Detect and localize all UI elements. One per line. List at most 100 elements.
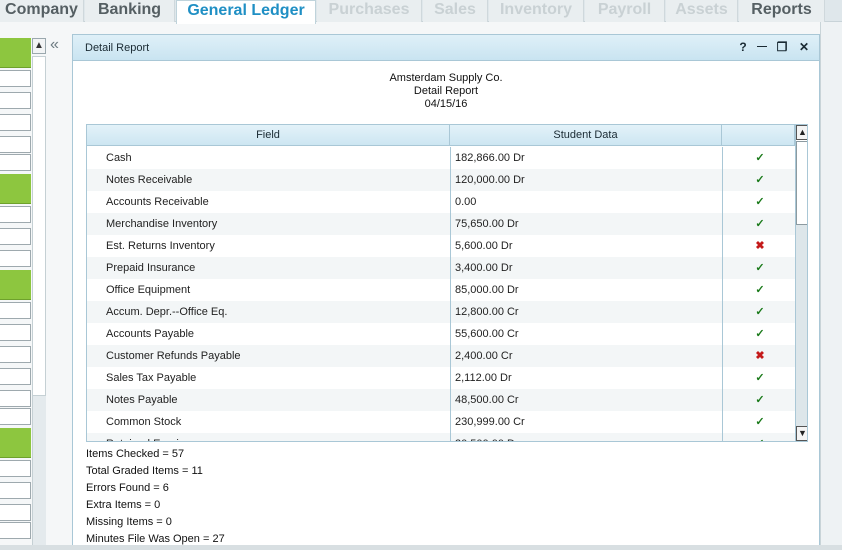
checkmark-icon: ✓ [755, 372, 765, 384]
tab-purchases[interactable]: Purchases [317, 0, 422, 22]
sidebar-scroll-up-button[interactable]: ▲ [32, 38, 46, 54]
sidebar-item[interactable] [0, 368, 31, 385]
table-row[interactable]: Customer Refunds Payable 2,400.00 Cr ✖ [87, 345, 795, 367]
sidebar-item[interactable] [0, 460, 31, 477]
scroll-thumb[interactable] [796, 141, 807, 225]
field-name-cell: Merchandise Inventory [106, 218, 218, 230]
sidebar-group-header[interactable] [0, 270, 31, 300]
table-row[interactable]: Retained Earnings 30,500.00 Dr ✓ [87, 433, 795, 441]
close-icon[interactable]: ✕ [797, 40, 811, 54]
field-name-cell: Sales Tax Payable [106, 372, 197, 384]
table-row[interactable]: Notes Receivable 120,000.00 Dr ✓ [87, 169, 795, 191]
field-name-cell: Est. Returns Inventory [106, 240, 215, 252]
table-row[interactable]: Est. Returns Inventory 5,600.00 Dr ✖ [87, 235, 795, 257]
report-summary: Items Checked = 57 Total Graded Items = … [86, 446, 225, 548]
sidebar-item[interactable] [0, 482, 31, 499]
summary-errors-found: Errors Found = 6 [86, 482, 169, 494]
checkmark-icon: ✓ [755, 328, 765, 340]
report-name: Detail Report [413, 85, 479, 97]
sidebar-item[interactable] [0, 250, 31, 267]
sidebar-item[interactable] [0, 522, 31, 539]
table-row[interactable]: Notes Payable 48,500.00 Cr ✓ [87, 389, 795, 411]
help-icon[interactable]: ? [736, 40, 750, 54]
window-title: Detail Report [85, 42, 150, 54]
sidebar-item[interactable] [0, 154, 31, 171]
tab-company[interactable]: Company [0, 0, 84, 22]
report-table: Field Student Data Cash 182,866.00 Dr ✓ Not… [86, 124, 808, 442]
table-row[interactable]: Accounts Payable 55,600.00 Cr ✓ [87, 323, 795, 345]
summary-missing-items: Missing Items = 0 [86, 516, 172, 528]
field-name-cell: Office Equipment [106, 284, 191, 296]
field-name-cell: Common Stock [106, 416, 182, 428]
tab-banking[interactable]: Banking [85, 0, 175, 22]
table-scrollbar[interactable]: ▲ ▼ [795, 125, 807, 441]
sidebar-item[interactable] [0, 70, 31, 87]
student-data-cell: 48,500.00 Cr [455, 394, 519, 406]
checkmark-icon: ✓ [755, 306, 765, 318]
sidebar-collapse-button[interactable]: « [50, 37, 68, 54]
student-data-cell: 0.00 [455, 196, 477, 208]
report-header: Amsterdam Supply Co. Detail Report 04/15… [73, 72, 819, 111]
sidebar-item[interactable] [0, 114, 31, 131]
outer-scrollbar[interactable] [820, 22, 842, 550]
table-row[interactable]: Office Equipment 85,000.00 Dr ✓ [87, 279, 795, 301]
table-row[interactable]: Merchandise Inventory 75,650.00 Dr ✓ [87, 213, 795, 235]
student-data-cell: 85,000.00 Dr [455, 284, 519, 296]
table-row[interactable]: Cash 182,866.00 Dr ✓ [87, 147, 795, 169]
window-title-bar[interactable]: Detail Report ? — ❐ ✕ [73, 35, 819, 61]
table-row[interactable]: Sales Tax Payable 2,112.00 Dr ✓ [87, 367, 795, 389]
minimize-icon[interactable]: — [755, 40, 769, 54]
sidebar-item[interactable] [0, 206, 31, 223]
sidebar-group-header[interactable] [0, 38, 31, 68]
tab-inventory[interactable]: Inventory [489, 0, 584, 22]
sidebar-group-header[interactable] [0, 174, 31, 204]
summary-total-graded: Total Graded Items = 11 [86, 465, 203, 477]
tab-assets[interactable]: Assets [666, 0, 738, 22]
restore-icon[interactable]: ❐ [775, 40, 789, 54]
field-name-cell: Accum. Depr.--Office Eq. [106, 306, 228, 318]
sidebar-item[interactable] [0, 346, 31, 363]
column-header-student-data: Student Data [450, 125, 722, 146]
sidebar-item[interactable] [0, 504, 31, 521]
field-name-cell: Notes Payable [106, 394, 178, 406]
table-row[interactable]: Common Stock 230,999.00 Cr ✓ [87, 411, 795, 433]
tab-sales[interactable]: Sales [423, 0, 488, 22]
sidebar-item[interactable] [0, 390, 31, 407]
summary-items-checked: Items Checked = 57 [86, 448, 185, 460]
field-name-cell: Notes Receivable [106, 174, 193, 186]
scroll-up-arrow-icon[interactable]: ▲ [796, 125, 807, 140]
tab-general-ledger[interactable]: General Ledger [176, 0, 316, 24]
tab-reports[interactable]: Reports [739, 0, 825, 22]
student-data-cell: 55,600.00 Cr [455, 328, 519, 340]
student-data-cell: 75,650.00 Dr [455, 218, 519, 230]
table-row[interactable]: Accum. Depr.--Office Eq. 12,800.00 Cr ✓ [87, 301, 795, 323]
field-name-cell: Customer Refunds Payable [106, 350, 241, 362]
field-name-cell: Accounts Receivable [106, 196, 209, 208]
sidebar-item[interactable] [0, 408, 31, 425]
student-data-cell: 2,112.00 Dr [455, 372, 512, 384]
company-name: Amsterdam Supply Co. [389, 72, 503, 84]
checkmark-icon: ✓ [755, 218, 765, 230]
field-name-cell: Cash [106, 152, 132, 164]
sidebar-item[interactable] [0, 136, 31, 153]
column-header-status [722, 125, 795, 146]
field-name-cell: Accounts Payable [106, 328, 195, 340]
tab-payroll[interactable]: Payroll [585, 0, 665, 22]
table-row[interactable]: Accounts Receivable 0.00 ✓ [87, 191, 795, 213]
table-row[interactable]: Prepaid Insurance 3,400.00 Dr ✓ [87, 257, 795, 279]
sidebar-item[interactable] [0, 228, 31, 245]
scroll-down-arrow-icon[interactable]: ▼ [796, 426, 807, 441]
checkmark-icon: ✓ [755, 416, 765, 428]
scroll-track[interactable] [796, 225, 807, 426]
report-date: 04/15/16 [424, 98, 468, 110]
sidebar-scroll-thumb[interactable] [32, 56, 46, 396]
sidebar-item[interactable] [0, 302, 31, 319]
detail-report-window: Detail Report ? — ❐ ✕ Amsterdam Supply C… [72, 34, 820, 550]
checkmark-icon: ✓ [755, 262, 765, 274]
sidebar-item[interactable] [0, 92, 31, 109]
field-name-cell: Prepaid Insurance [106, 262, 196, 274]
student-data-cell: 230,999.00 Cr [455, 416, 525, 428]
sidebar-group-header[interactable] [0, 428, 31, 458]
student-data-cell: 12,800.00 Cr [455, 306, 519, 318]
sidebar-item[interactable] [0, 324, 31, 341]
